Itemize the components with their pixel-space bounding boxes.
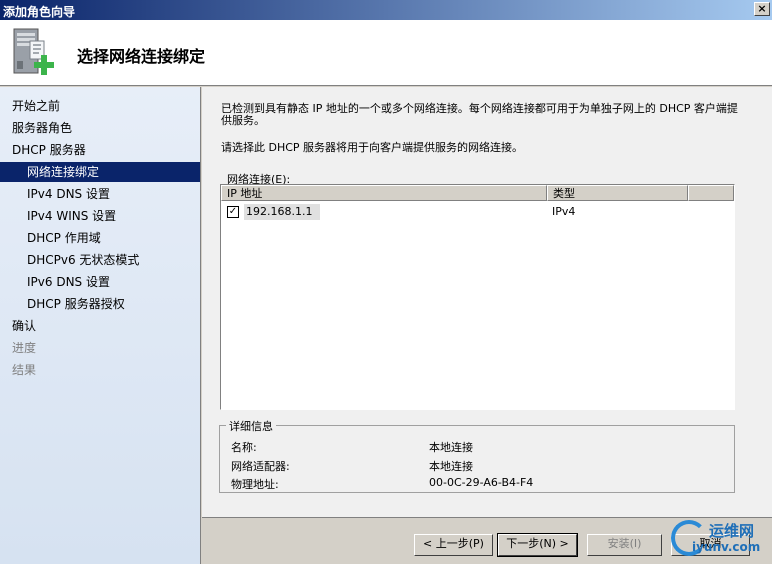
title-bar: 添加角色向导 ×: [0, 0, 772, 20]
list-header: IP 地址 类型: [221, 185, 734, 201]
sidebar-item-dhcpv6-stateless[interactable]: DHCPv6 无状态模式: [0, 250, 200, 270]
detail-adapter-value: 本地连接: [429, 460, 473, 473]
sidebar-item-results: 结果: [12, 363, 37, 377]
description-text: 已检测到具有静态 IP 地址的一个或多个网络连接。每个网络连接都可用于为单独子网…: [221, 102, 738, 127]
sidebar-item-confirmation[interactable]: 确认: [0, 316, 200, 336]
network-connections-list[interactable]: IP 地址 类型 ✓ 192.168.1.1 IPv4: [220, 184, 735, 410]
wizard-header: 选择网络连接绑定: [0, 20, 772, 86]
sidebar-item-ipv4-wins[interactable]: IPv4 WINS 设置: [0, 206, 200, 226]
connection-type: IPv4: [552, 205, 576, 218]
sidebar-item-dhcp-scopes[interactable]: DHCP 作用域: [0, 228, 200, 248]
watermark-text: 运维网: [709, 522, 755, 540]
page-title: 选择网络连接绑定: [77, 47, 206, 66]
site-watermark: 运维网 iyunv.com: [668, 518, 772, 564]
column-header-type[interactable]: 类型: [547, 185, 688, 201]
server-add-icon: [13, 28, 54, 75]
details-groupbox: 详细信息 名称: 本地连接 网络适配器: 本地连接 物理地址: 00-0C-29…: [219, 418, 735, 493]
column-header-ip[interactable]: IP 地址: [221, 185, 547, 201]
sidebar-item-dhcp-server[interactable]: DHCP 服务器: [0, 140, 200, 160]
detail-adapter-label: 网络适配器:: [231, 460, 290, 473]
close-button[interactable]: ×: [754, 2, 770, 16]
back-button[interactable]: < 上一步(P): [414, 534, 493, 556]
details-legend: 详细信息: [226, 418, 276, 434]
install-button: 安装(I): [587, 534, 662, 556]
sidebar-item-network-bindings[interactable]: 网络连接绑定: [0, 162, 200, 182]
watermark-url: iyunv.com: [692, 540, 761, 554]
detail-mac-value: 00-0C-29-A6-B4-F4: [429, 476, 534, 489]
detail-name-value: 本地连接: [429, 441, 473, 454]
column-header-filler: [688, 185, 734, 201]
wizard-steps-sidebar: 开始之前 服务器角色 DHCP 服务器 网络连接绑定 IPv4 DNS 设置 I…: [0, 87, 201, 564]
connection-ip: 192.168.1.1: [244, 204, 320, 220]
detail-mac-label: 物理地址:: [231, 478, 279, 491]
sidebar-item-progress: 进度: [12, 341, 37, 355]
next-button[interactable]: 下一步(N) >: [497, 533, 578, 557]
detail-name-label: 名称:: [231, 441, 257, 454]
sidebar-item-server-roles[interactable]: 服务器角色: [0, 118, 200, 138]
sidebar-item-ipv6-dns[interactable]: IPv6 DNS 设置: [0, 272, 200, 292]
sidebar-item-dhcp-authorization[interactable]: DHCP 服务器授权: [0, 294, 200, 314]
main-content: 已检测到具有静态 IP 地址的一个或多个网络连接。每个网络连接都可用于为单独子网…: [202, 87, 772, 517]
window-title: 添加角色向导: [3, 5, 76, 19]
connection-checkbox[interactable]: ✓: [227, 206, 239, 218]
instruction-text: 请选择此 DHCP 服务器将用于向客户端提供服务的网络连接。: [221, 141, 524, 154]
sidebar-item-before-you-begin[interactable]: 开始之前: [0, 96, 200, 116]
sidebar-item-ipv4-dns[interactable]: IPv4 DNS 设置: [0, 184, 200, 204]
